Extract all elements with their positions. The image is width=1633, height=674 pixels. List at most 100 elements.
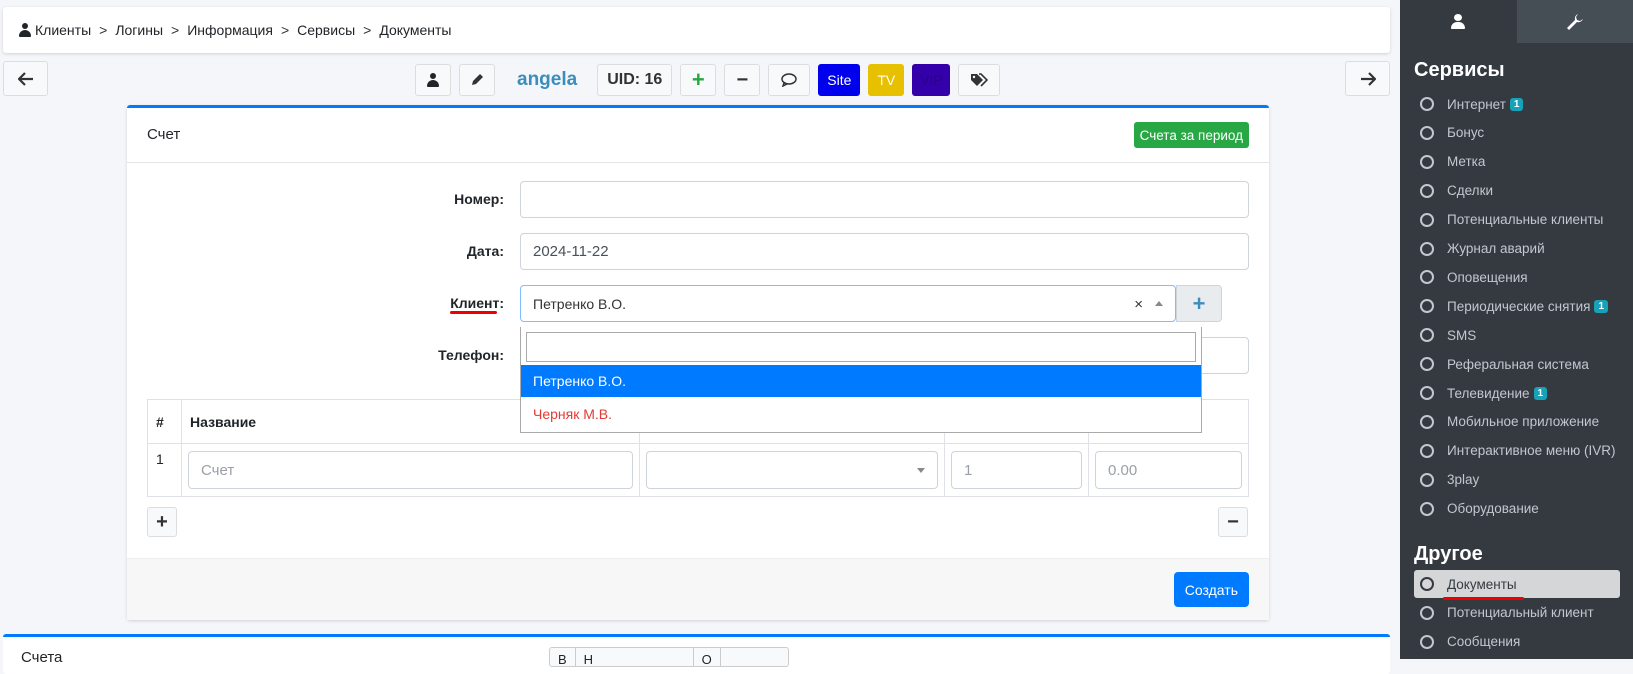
tags-button[interactable] [958,64,1000,96]
sidebar-item[interactable]: Телевидение 1 [1414,379,1620,407]
quantity-cell: 1 [945,444,1089,497]
client-select[interactable]: Петренко В.О. × [520,285,1176,322]
column-header-index: # [148,400,182,444]
clear-icon[interactable]: × [1134,296,1143,313]
price-input[interactable]: 0.00 [1095,451,1242,489]
sidebar-item[interactable]: Метка [1414,148,1620,176]
circle-icon [1420,415,1434,429]
sidebar-item-label: Интерактивное меню (IVR) [1447,443,1616,458]
create-button[interactable]: Создать [1174,572,1249,607]
sidebar-item[interactable]: Журнал аварий [1414,235,1620,263]
sidebar-item[interactable]: Интернет1 [1414,90,1620,118]
circle-icon [1420,97,1434,111]
remove-button[interactable]: − [724,64,760,96]
sidebar-item-label: Сделки [1447,183,1493,198]
user-icon [1451,14,1465,29]
sidebar-item[interactable]: Бонус [1414,119,1620,147]
pencil-icon [470,73,484,87]
circle-icon [1420,577,1434,591]
user-info-button[interactable] [415,64,451,96]
sidebar-item[interactable]: Оповещения [1414,263,1620,291]
breadcrumb-separator: > [99,22,107,38]
price-cell: 0.00 [1089,444,1249,497]
sidebar-item-label: 3play [1447,472,1479,487]
login-toolbar: angela UID: 16 + − Site TV VIP [415,63,1008,97]
item-name-input[interactable]: Счет [188,451,633,489]
sidebar-item[interactable]: Оборудование [1414,495,1620,523]
phone-label: Телефон: [364,347,504,363]
count-badge: 1 [1534,387,1548,400]
tab-user[interactable] [1400,0,1517,43]
tab-settings[interactable] [1517,0,1633,43]
date-input[interactable]: 2024-11-22 [520,233,1249,270]
sidebar-item-label: Периодические снятия [1447,299,1590,314]
filter-tab[interactable]: Н [576,648,694,666]
client-search-input[interactable] [526,332,1196,362]
count-badge: 1 [1594,300,1608,313]
sidebar-item-label: Мобильное приложение [1447,414,1599,429]
sidebar-item-label: Реферальная система [1447,357,1589,372]
number-input[interactable] [520,181,1249,218]
circle-icon [1420,184,1434,198]
sidebar-item-label: Документы [1447,577,1517,592]
sidebar-item[interactable]: Мобильное приложение [1414,408,1620,436]
client-option[interactable]: Черняк М.В. [521,398,1201,430]
sidebar-item[interactable]: Реферальная система [1414,350,1620,378]
sidebar-item[interactable]: Сообщения [1414,628,1620,656]
breadcrumb-separator: > [171,22,179,38]
sidebar-item-label: Оповещения [1447,270,1528,285]
breadcrumb-item-logins[interactable]: Логины [115,22,163,38]
add-row-button[interactable]: + [147,507,177,537]
sidebar-item[interactable]: SMS [1414,321,1620,349]
filter-tab[interactable]: В [550,648,576,666]
client-option[interactable]: Петренко В.О. [521,365,1201,397]
comment-button[interactable] [768,64,810,96]
sidebar-tabs [1400,0,1633,43]
filter-tab[interactable]: О [694,648,721,666]
back-button[interactable] [3,61,48,96]
forward-button[interactable] [1345,61,1390,96]
circle-icon [1420,386,1434,400]
edit-button[interactable] [459,64,495,96]
sidebar-item-label: SMS [1447,328,1476,343]
breadcrumb-item-services[interactable]: Сервисы [297,22,355,38]
sidebar-item[interactable]: Сделки [1414,177,1620,205]
period-invoices-button[interactable]: Счета за период [1134,122,1249,148]
circle-icon [1420,270,1434,284]
vip-button[interactable]: VIP [912,64,950,96]
card-header: Счет Счета за период [127,108,1269,163]
circle-icon [1420,155,1434,169]
quantity-input[interactable]: 1 [951,451,1082,489]
circle-icon [1420,502,1434,516]
row-index: 1 [148,444,182,497]
sidebar-item-label: Телевидение [1447,386,1530,401]
circle-icon [1420,473,1434,487]
sidebar-item[interactable]: Документы [1414,570,1620,598]
add-client-button[interactable]: + [1176,285,1222,322]
user-icon [427,73,439,87]
circle-icon [1420,126,1434,140]
sidebar-item[interactable]: 3play [1414,466,1620,494]
site-button[interactable]: Site [818,64,860,96]
sidebar-item-label: Интернет [1447,97,1506,112]
breadcrumb: Клиенты > Логины > Информация > Сервисы … [3,7,1390,53]
sidebar-item-label: Потенциальные клиенты [1447,212,1603,227]
invoices-list-card: Счета В Н О [3,634,1390,674]
breadcrumb-item-clients[interactable]: Клиенты [35,22,91,38]
sidebar-item-label: Бонус [1447,125,1484,140]
sidebar-item[interactable]: Потенциальные клиенты [1414,206,1620,234]
add-button[interactable]: + [680,64,716,96]
login-name: angela [517,69,577,91]
remove-row-button[interactable]: − [1218,507,1248,537]
card-title: Счет [147,126,180,143]
invoices-filter-tabs: В Н О [549,647,789,667]
sidebar-item[interactable]: Периодические снятия 1 [1414,292,1620,320]
item-type-select[interactable] [646,451,938,489]
card-footer: Создать [127,558,1269,620]
sidebar-item[interactable]: Потенциальный клиент [1414,599,1620,627]
sidebar-item[interactable]: Интерактивное меню (IVR) [1414,437,1620,465]
circle-icon [1420,606,1434,620]
sidebar-item-label: Журнал аварий [1447,241,1545,256]
tv-button[interactable]: TV [868,64,904,96]
breadcrumb-item-info[interactable]: Информация [187,22,273,38]
